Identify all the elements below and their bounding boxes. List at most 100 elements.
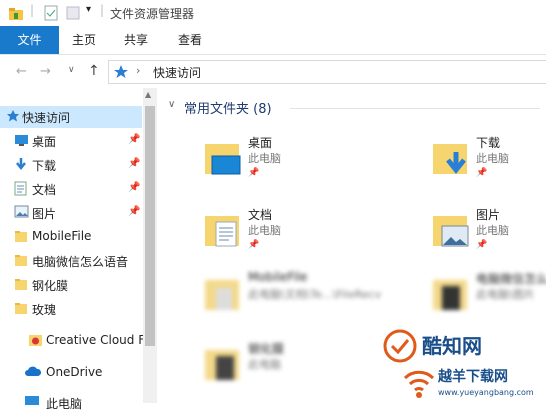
address-box[interactable]: › 快速访问 <box>108 60 546 84</box>
ribbon: 文件 主页 共享 查看 <box>0 26 546 55</box>
watermark-sub: 越羊下载网 <box>438 369 508 385</box>
folder-tile-desktop[interactable]: 桌面 此电脑 📌 <box>204 134 384 190</box>
tile-location: 此电脑 <box>476 152 509 165</box>
address-bar-row: ← → ∨ ↑ › 快速访问 <box>0 56 546 88</box>
quick-access-toolbar-dropdown-icon[interactable]: ▾ <box>86 4 91 15</box>
address-path: 快速访问 <box>153 66 202 80</box>
picture-folder-icon <box>433 216 469 247</box>
tab-home[interactable]: 主页 <box>72 26 96 54</box>
desktop-icon <box>15 135 28 146</box>
sidebar-item-documents[interactable]: 文档 📌 <box>0 178 142 200</box>
download-folder-icon <box>433 144 467 175</box>
sidebar-item-label: 文档 <box>32 183 57 197</box>
properties-icon[interactable] <box>44 5 58 21</box>
folder-tile-tempered-glass[interactable]: 钢化膜 此电脑 <box>204 340 384 396</box>
sidebar-item-quick-access[interactable]: 快速访问 <box>0 106 142 128</box>
watermark-secondary: 越羊下载网 www.yueyangbang.com <box>400 362 546 402</box>
tile-name: 下载 <box>476 136 501 150</box>
desktop-folder-icon <box>205 144 241 175</box>
tile-location: 此电脑 <box>248 358 281 371</box>
tile-name: 钢化膜 <box>248 342 285 356</box>
pin-icon: 📌 <box>476 168 488 178</box>
sidebar-item-label: 桌面 <box>32 135 57 149</box>
sidebar-item-label: 钢化膜 <box>32 279 69 293</box>
sidebar-item-mobilefile[interactable]: MobileFile <box>0 226 142 248</box>
pc-icon <box>25 396 39 405</box>
tile-location: 此电脑\图片 <box>476 288 535 301</box>
path-chevron-icon[interactable]: › <box>136 64 140 77</box>
sidebar-item-onedrive[interactable]: OneDrive <box>0 362 142 384</box>
creative-cloud-icon <box>29 335 42 346</box>
folder-icon <box>205 280 239 310</box>
up-arrow-icon[interactable]: ↑ <box>88 63 100 79</box>
explorer-app-icon[interactable] <box>8 5 24 21</box>
download-icon <box>16 158 26 171</box>
sidebar-item-label: 此电脑 <box>46 397 83 411</box>
sidebar-item-label: 电脑微信怎么语音 <box>32 255 129 269</box>
new-folder-icon[interactable] <box>66 5 80 21</box>
sidebar-item-this-pc[interactable]: 此电脑 <box>0 392 142 414</box>
group-title: 常用文件夹 (8) <box>184 102 272 117</box>
tab-file[interactable]: 文件 <box>0 26 59 54</box>
picture-icon <box>14 205 29 218</box>
pin-icon[interactable]: 📌 <box>128 134 140 145</box>
tile-name: 图片 <box>476 208 501 222</box>
sidebar-item-label: 下载 <box>32 159 57 173</box>
sidebar-item-pictures[interactable]: 图片 📌 <box>0 202 142 224</box>
recent-locations-chevron-icon[interactable]: ∨ <box>68 65 75 75</box>
folder-icon <box>15 303 27 314</box>
folder-tile-wechat[interactable]: 电脑微信怎么 此电脑\图片 <box>432 270 546 326</box>
folder-tile-downloads[interactable]: 下载 此电脑 📌 <box>432 134 546 190</box>
folder-icon <box>433 280 467 310</box>
sidebar-item-creative-cloud[interactable]: Creative Cloud F <box>6 330 143 352</box>
pin-icon: 📌 <box>476 240 488 250</box>
pin-icon[interactable]: 📌 <box>128 182 140 193</box>
folder-icon <box>205 350 239 380</box>
sidebar-item-label: 玫瑰 <box>32 303 57 317</box>
sidebar-item-downloads[interactable]: 下载 📌 <box>0 154 142 176</box>
forward-arrow-icon[interactable]: → <box>40 64 51 79</box>
tile-location: 此电脑 <box>248 152 281 165</box>
document-folder-icon <box>205 216 239 247</box>
star-icon <box>7 110 19 122</box>
sidebar-item-label: 图片 <box>32 207 57 221</box>
sidebar-item-rose[interactable]: 玫瑰 <box>0 298 142 320</box>
sidebar-item-label: Creative Cloud F <box>46 333 143 347</box>
back-arrow-icon[interactable]: ← <box>16 64 27 79</box>
pin-icon[interactable]: 📌 <box>128 206 140 217</box>
separator: | <box>100 3 105 17</box>
tile-location: 此电脑 <box>476 224 509 237</box>
sidebar-item-tempered-glass[interactable]: 钢化膜 <box>0 274 142 296</box>
tile-name: 文档 <box>248 208 273 222</box>
group-divider <box>290 108 540 109</box>
pin-icon[interactable]: 📌 <box>128 158 140 169</box>
folder-icon <box>15 279 27 290</box>
sidebar-item-wechat-folder[interactable]: 电脑微信怎么语音 <box>0 250 142 272</box>
tile-name: 电脑微信怎么 <box>476 272 546 286</box>
scrollbar-thumb[interactable] <box>145 106 155 346</box>
navigation-pane: 快速访问 桌面 📌 下载 📌 文档 📌 图片 📌 MobileFile 电脑微信… <box>0 88 157 411</box>
pin-icon: 📌 <box>248 240 260 250</box>
tile-name: 桌面 <box>248 136 273 150</box>
folder-tile-documents[interactable]: 文档 此电脑 📌 <box>204 206 384 262</box>
sidebar-item-desktop[interactable]: 桌面 📌 <box>0 130 142 152</box>
separator: | <box>30 3 35 17</box>
scroll-up-icon[interactable]: ▲ <box>145 90 151 99</box>
folder-tile-pictures[interactable]: 图片 此电脑 📌 <box>432 206 546 262</box>
tab-view[interactable]: 查看 <box>178 26 202 54</box>
window-title: 文件资源管理器 <box>110 7 195 21</box>
wifi-logo-icon <box>403 370 435 398</box>
tile-name: MobileFile <box>248 270 308 284</box>
tab-share[interactable]: 共享 <box>124 26 148 54</box>
folder-tile-mobilefile[interactable]: MobileFile 此电脑\文档\Te...\FileRecv <box>204 270 384 326</box>
folder-icon <box>15 231 27 242</box>
title-bar: | ▾ | 文件资源管理器 <box>0 0 546 26</box>
pin-icon: 📌 <box>248 168 260 178</box>
document-icon <box>14 181 27 196</box>
sidebar-item-label: 快速访问 <box>22 111 71 125</box>
navigation-scrollbar[interactable]: ▲ <box>143 88 157 403</box>
sidebar-item-label: OneDrive <box>46 365 103 379</box>
content-pane: ∨ 常用文件夹 (8) 桌面 此电脑 📌 下载 此电脑 📌 文档 此电脑 📌 图… <box>160 88 546 403</box>
collapse-chevron-icon[interactable]: ∨ <box>168 99 175 110</box>
watermark-logo-icon <box>383 329 417 363</box>
